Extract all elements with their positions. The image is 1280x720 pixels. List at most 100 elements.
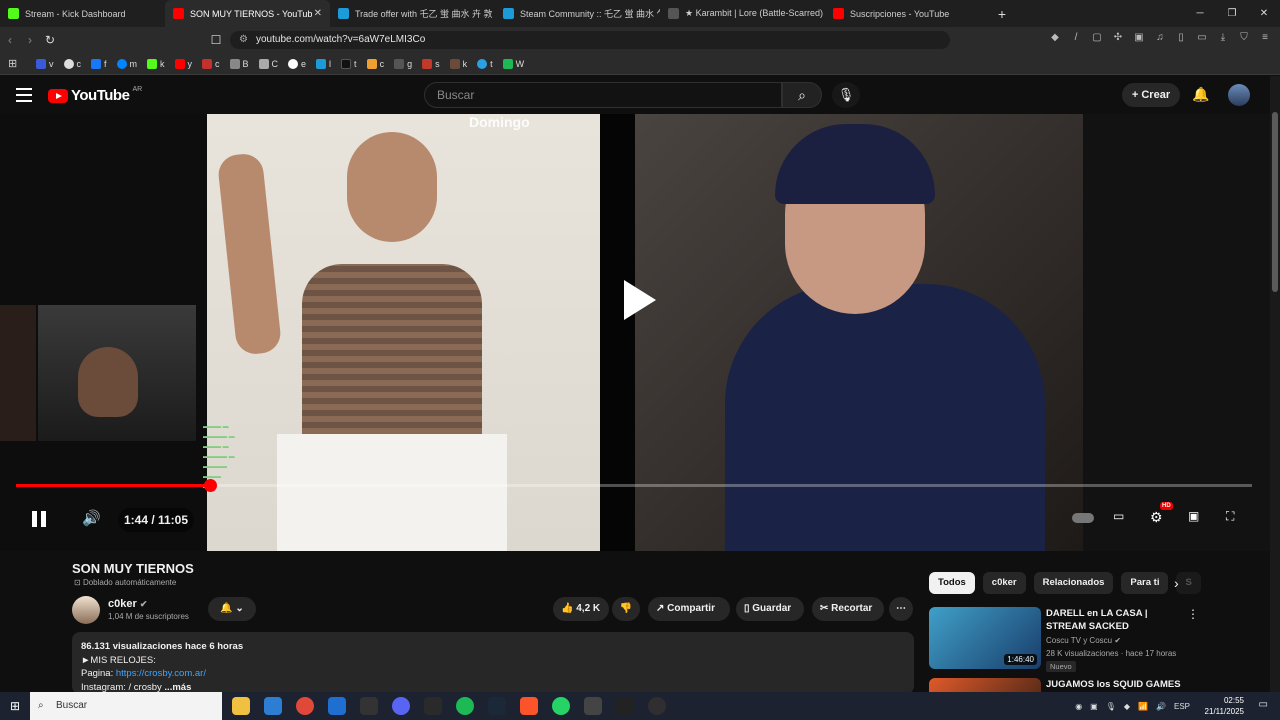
taskbar-search[interactable]: ⌕ Buscar — [30, 692, 222, 720]
page-scrollbar[interactable] — [1270, 76, 1280, 692]
outlook-icon[interactable] — [328, 697, 346, 715]
volume-icon[interactable]: 🔊 — [82, 509, 101, 527]
bookmark-item[interactable]: t — [475, 58, 495, 69]
account-avatar[interactable] — [1228, 84, 1250, 106]
spotify-icon[interactable] — [456, 697, 474, 715]
bookmark-item[interactable]: c — [62, 58, 84, 69]
app-icon[interactable] — [616, 697, 634, 715]
close-tab-icon[interactable]: ✕ — [314, 8, 322, 19]
obs-icon[interactable] — [648, 697, 666, 715]
chrome-icon[interactable] — [296, 697, 314, 715]
bookmark-item[interactable]: v — [34, 58, 56, 69]
puzzle-icon[interactable]: ✣ — [1111, 31, 1125, 45]
back-icon[interactable]: ‹ — [0, 33, 20, 47]
whatsapp-icon[interactable] — [552, 697, 570, 715]
reload-icon[interactable]: ↻ — [40, 33, 60, 47]
tray-icon[interactable]: ▣ — [1090, 702, 1098, 711]
microphone-icon[interactable]: 🎙 — [1106, 702, 1116, 711]
wifi-icon[interactable]: 📶 — [1138, 702, 1148, 711]
extension-icon[interactable]: / — [1069, 31, 1083, 45]
tray-icon[interactable]: ◉ — [1075, 702, 1082, 711]
close-window-icon[interactable]: ✕ — [1248, 0, 1280, 27]
forward-icon[interactable]: › — [20, 33, 40, 47]
chips-next-chevron-icon[interactable]: › — [1174, 575, 1179, 591]
url-field[interactable]: ⚙ youtube.com/watch?v=6aW7eLMI3Co — [230, 31, 950, 49]
miniplayer-icon[interactable]: ▣ — [1188, 509, 1199, 523]
language-indicator[interactable]: ESP — [1174, 702, 1190, 711]
app-icon[interactable] — [584, 697, 602, 715]
bookmark-item[interactable]: C — [257, 58, 281, 69]
tab-steam-community[interactable]: Steam Community :: 乇乙 蛍 曲水 乍 — [495, 0, 660, 27]
scrollbar-thumb[interactable] — [1272, 112, 1278, 292]
bookmark-item[interactable]: k — [448, 58, 470, 69]
store-icon[interactable] — [264, 697, 282, 715]
music-icon[interactable]: ♫ — [1153, 31, 1167, 45]
settings-gear-icon[interactable]: ⚙ — [1150, 509, 1163, 526]
recommended-video[interactable]: JUGAMOS los SQUID GAMES - ⋮ — [929, 678, 1189, 692]
progress-bar[interactable] — [16, 479, 1252, 492]
chip-more[interactable]: S — [1176, 572, 1201, 594]
extension-icon[interactable]: ▢ — [1090, 31, 1104, 45]
autoplay-toggle[interactable] — [1072, 513, 1094, 523]
bookmark-item[interactable]: s — [420, 58, 442, 69]
rec-more-icon[interactable]: ⋮ — [1187, 678, 1189, 692]
voice-search-button[interactable]: 🎙 — [832, 82, 860, 108]
wallet-icon[interactable]: ▭ — [1195, 31, 1209, 45]
notifications-bell-icon[interactable]: 🔔 — [1192, 86, 1209, 103]
tab-suscripciones[interactable]: Suscripciones - YouTube — [825, 0, 990, 27]
description-link[interactable]: https://crosby.com.ar/ — [116, 668, 206, 679]
channel-avatar[interactable] — [72, 596, 100, 624]
bookmark-item[interactable]: e — [286, 58, 308, 69]
epic-games-icon[interactable] — [360, 697, 378, 715]
fullscreen-icon[interactable]: ⛶ — [1226, 509, 1234, 524]
tray-icon[interactable]: ◆ — [1124, 702, 1130, 711]
notifications-icon[interactable]: ▭ — [1259, 699, 1268, 710]
clip-button[interactable]: ✂ Recortar — [812, 597, 884, 621]
video-player[interactable]: Domingo ▬▬▬ ▬▬▬▬▬ ▬▬▬▬ ▬▬▬▬▬ ▬▬▬▬▬▬▬▬▬▬ … — [0, 114, 1270, 551]
pause-button[interactable] — [32, 511, 48, 527]
create-button[interactable]: + Crear — [1122, 83, 1180, 107]
bookmark-item[interactable]: g — [392, 58, 414, 69]
bookmark-item[interactable]: m — [115, 58, 140, 69]
menu-icon[interactable]: ≡ — [1258, 31, 1272, 45]
rec-video-title[interactable]: JUGAMOS los SQUID GAMES - — [1046, 678, 1186, 692]
volume-icon[interactable]: 🔊 — [1156, 702, 1166, 711]
save-button[interactable]: ▯ Guardar — [736, 597, 804, 621]
search-button[interactable]: ⌕ — [782, 82, 822, 108]
brave-icon[interactable] — [520, 697, 538, 715]
site-info-icon[interactable]: ⚙ — [239, 31, 248, 49]
bookmark-item[interactable]: y — [173, 58, 195, 69]
more-actions-button[interactable]: ⋯ — [889, 597, 913, 621]
tab-karambit[interactable]: ★ Karambit | Lore (Battle-Scarred) _ — [660, 0, 825, 27]
channel-name[interactable]: c0ker ✔ — [108, 598, 147, 610]
progress-scrubber[interactable] — [204, 479, 218, 492]
description-box[interactable]: 86.131 visualizaciones hace 6 horas ►MIS… — [72, 632, 914, 694]
tab-trade-offer[interactable]: Trade offer with 乇乙 蛍 曲水 卉 敦 — [330, 0, 495, 27]
subtitles-icon[interactable]: ▭ — [1113, 509, 1124, 523]
bookmark-item[interactable]: l — [314, 58, 333, 69]
bookmark-item[interactable]: c — [200, 58, 222, 69]
hamburger-menu-icon[interactable] — [16, 88, 32, 102]
extension-icon[interactable]: ▣ — [1132, 31, 1146, 45]
bookmark-item[interactable]: f — [89, 58, 109, 69]
taskbar-clock[interactable]: 02:55 21/11/2025 — [1205, 695, 1244, 717]
rec-more-icon[interactable]: ⋮ — [1187, 607, 1199, 621]
sidebar-icon[interactable]: ▯ — [1174, 31, 1188, 45]
bookmark-item[interactable]: B — [228, 58, 251, 69]
share-button[interactable]: ↗ Compartir — [648, 597, 730, 621]
bookmark-item[interactable]: W — [501, 58, 527, 69]
minimize-icon[interactable]: ─ — [1184, 0, 1216, 27]
rec-video-title[interactable]: DARELL en LA CASA | STREAM SACKED — [1046, 607, 1186, 633]
like-button[interactable]: 👍 4,2 K — [553, 597, 609, 621]
notification-settings-button[interactable]: 🔔 ⌄ — [208, 597, 256, 621]
bookmark-item[interactable]: c — [365, 58, 387, 69]
chip-para-ti[interactable]: Para ti — [1121, 572, 1169, 594]
chip-relacionados[interactable]: Relacionados — [1033, 572, 1114, 594]
discord-icon[interactable] — [392, 697, 410, 715]
tab-kick-dashboard[interactable]: Stream - Kick Dashboard — [0, 0, 165, 27]
restore-icon[interactable]: ❐ — [1216, 0, 1248, 27]
windows-start-icon[interactable]: ⊞ — [0, 699, 30, 713]
play-icon[interactable] — [620, 280, 660, 320]
search-input[interactable]: Buscar — [424, 82, 782, 108]
bookmark-item[interactable]: k — [145, 58, 167, 69]
